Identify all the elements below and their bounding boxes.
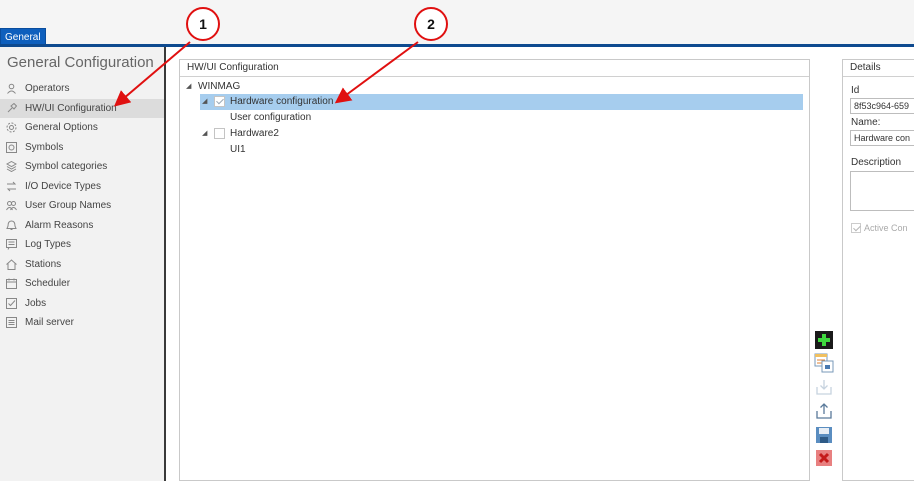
sidebar-item-label: User Group Names: [25, 200, 112, 212]
symbol-categories-icon: [6, 161, 17, 173]
alarm-reasons-icon: [6, 220, 17, 231]
sidebar-item-label: Alarm Reasons: [25, 219, 94, 231]
sidebar-item-hwui-configuration[interactable]: HW/UI Configuration: [0, 98, 164, 118]
name-label: Name:: [851, 117, 881, 128]
tree-node-label: Hardware configuration: [230, 96, 334, 107]
details-header: Details: [843, 60, 914, 77]
sidebar-item-stations[interactable]: Stations: [0, 255, 164, 275]
hwui-tree-panel: HW/UI Configuration ◢ WINMAG ◢ Hardware …: [179, 59, 810, 481]
sidebar-item-user-group-names[interactable]: User Group Names: [0, 196, 164, 216]
sidebar-item-label: Scheduler: [25, 278, 71, 290]
import-icon: [816, 380, 832, 395]
checkbox-icon: [851, 223, 861, 233]
collapse-triangle-icon[interactable]: ◢: [186, 79, 191, 95]
active-checkbox[interactable]: Active Con: [851, 223, 908, 233]
sidebar-item-label: Log Types: [25, 239, 71, 251]
export-button[interactable]: [814, 401, 834, 421]
save-icon: [816, 427, 832, 443]
tree-node-winmag[interactable]: ◢ WINMAG: [186, 79, 386, 95]
description-field[interactable]: [850, 171, 914, 211]
collapse-triangle-icon[interactable]: ◢: [202, 126, 207, 142]
sidebar: General Configuration Operators HW/UI Co…: [0, 47, 166, 481]
sidebar-item-jobs[interactable]: Jobs: [0, 294, 164, 314]
callout-badge-1: 1: [186, 7, 220, 41]
tab-general[interactable]: General: [0, 28, 46, 45]
sidebar-item-label: Symbols: [25, 141, 64, 153]
description-label: Description: [851, 157, 902, 168]
sidebar-item-symbol-categories[interactable]: Symbol categories: [0, 157, 164, 177]
jobs-icon: [6, 297, 17, 309]
mail-server-icon: [6, 317, 17, 329]
active-label: Active Con: [864, 223, 908, 233]
details-panel: Details Id 8f53c964-659 Name: Hardware c…: [842, 59, 914, 481]
symbols-icon: [6, 141, 17, 153]
sidebar-item-label: Stations: [25, 258, 62, 270]
sidebar-item-label: Mail server: [25, 317, 74, 329]
sidebar-title: General Configuration: [7, 54, 154, 71]
sidebar-item-general-options[interactable]: General Options: [0, 118, 164, 138]
user-group-names-icon: [6, 200, 17, 211]
copy-icon: [814, 353, 834, 373]
tree-node-hardware-configuration[interactable]: ◢ Hardware configuration: [200, 94, 803, 110]
tree-node-user-configuration[interactable]: User configuration: [230, 110, 430, 126]
id-field[interactable]: 8f53c964-659: [850, 98, 914, 114]
tree-node-ui1[interactable]: UI1: [230, 142, 430, 158]
operators-icon: [6, 83, 17, 95]
delete-icon: [816, 450, 832, 466]
add-icon: [815, 331, 833, 349]
tree-node-hardware2[interactable]: ◢ Hardware2: [200, 126, 400, 142]
hwui-config-icon: [6, 102, 17, 114]
delete-button[interactable]: [814, 448, 834, 468]
collapse-triangle-icon[interactable]: ◢: [202, 94, 207, 110]
io-device-types-icon: [6, 181, 17, 192]
tree-node-label: User configuration: [230, 112, 312, 123]
sidebar-item-symbols[interactable]: Symbols: [0, 138, 164, 158]
id-label: Id: [851, 85, 860, 96]
sidebar-item-label: Symbol categories: [25, 161, 108, 173]
tree-node-label: Hardware2: [230, 128, 279, 139]
tree-node-label: WINMAG: [198, 81, 241, 92]
sidebar-list: Operators HW/UI Configuration General Op…: [0, 79, 164, 333]
node-checkbox[interactable]: [214, 96, 225, 107]
log-types-icon: [6, 239, 17, 250]
callout-badge-2: 2: [414, 7, 448, 41]
name-field[interactable]: Hardware con: [850, 130, 914, 146]
sidebar-item-alarm-reasons[interactable]: Alarm Reasons: [0, 216, 164, 236]
import-button[interactable]: [814, 377, 834, 397]
save-button[interactable]: [814, 425, 834, 445]
sidebar-item-scheduler[interactable]: Scheduler: [0, 274, 164, 294]
scheduler-icon: [6, 278, 17, 290]
sidebar-item-label: I/O Device Types: [25, 180, 101, 192]
sidebar-item-label: General Options: [25, 122, 98, 134]
stations-icon: [6, 259, 17, 270]
tree-node-label: UI1: [230, 144, 246, 155]
sidebar-item-operators[interactable]: Operators: [0, 79, 164, 99]
node-checkbox[interactable]: [214, 128, 225, 139]
sidebar-item-mail-server[interactable]: Mail server: [0, 313, 164, 333]
tree-panel-header: HW/UI Configuration: [180, 60, 809, 77]
copy-button[interactable]: [814, 353, 834, 373]
export-icon: [816, 403, 832, 419]
add-button[interactable]: [814, 330, 834, 350]
top-bar: [0, 0, 914, 45]
sidebar-item-label: Jobs: [25, 297, 47, 309]
sidebar-item-label: Operators: [25, 83, 70, 95]
sidebar-item-log-types[interactable]: Log Types: [0, 235, 164, 255]
sidebar-item-io-device-types[interactable]: I/O Device Types: [0, 177, 164, 197]
general-options-icon: [6, 122, 17, 133]
sidebar-item-label: HW/UI Configuration: [25, 102, 117, 114]
